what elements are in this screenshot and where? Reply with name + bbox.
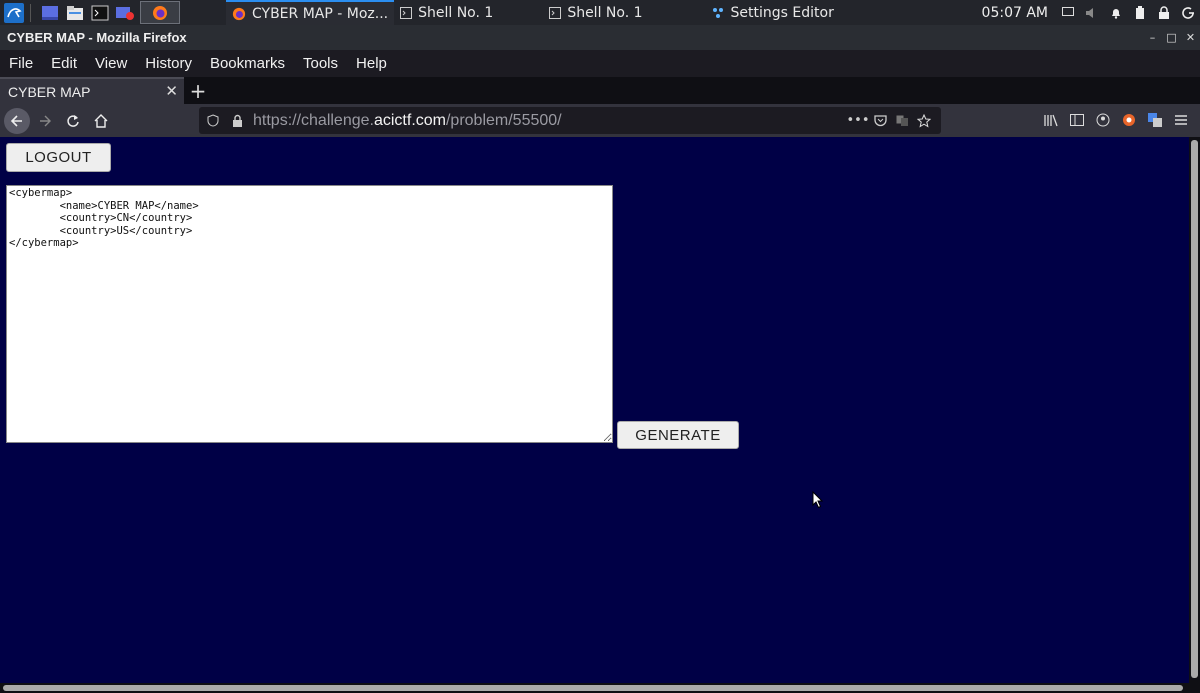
navigation-toolbar: https://challenge.acictf.com/problem/555… [0,104,1200,137]
reload-icon [67,114,79,127]
lock-screen-icon[interactable] [1154,3,1174,23]
secure-lock-icon[interactable] [227,111,247,131]
menu-file[interactable]: File [9,55,33,72]
tab-strip: CYBER MAP ✕ + [0,77,1200,104]
page-content: LOGOUT <cybermap> <name>CYBER MAP</name>… [0,137,1189,683]
tab-label: CYBER MAP [8,83,91,100]
vertical-scrollbar[interactable] [1189,137,1200,683]
kali-menu-icon[interactable] [3,2,25,23]
task-label: CYBER MAP - Moz... [252,5,389,22]
terminal-icon [549,6,562,19]
display-icon[interactable] [1058,3,1078,23]
translate-extension-icon[interactable] [1142,107,1168,133]
menu-edit[interactable]: Edit [51,55,77,72]
account-icon[interactable] [1090,107,1116,133]
task-shell-1[interactable]: Shell No. 1 [394,0,499,25]
logout-button[interactable]: LOGOUT [6,143,111,172]
menubar: File Edit View History Bookmarks Tools H… [0,50,1200,77]
settings-icon [712,7,723,18]
tab-cyber-map[interactable]: CYBER MAP ✕ [0,77,184,104]
sidebar-icon[interactable] [1064,107,1090,133]
firefox-icon [232,7,246,20]
volume-icon[interactable] [1082,3,1102,23]
menu-tools[interactable]: Tools [303,55,338,72]
task-settings-editor[interactable]: Settings Editor [705,0,840,25]
taskbar-separator [30,3,31,22]
menu-history[interactable]: History [145,55,192,72]
show-desktop-icon[interactable] [39,3,61,23]
bookmark-star-icon[interactable] [913,111,935,131]
close-tab-icon[interactable]: ✕ [165,82,178,100]
mouse-cursor-icon [812,491,824,509]
home-icon [94,113,108,128]
hamburger-menu-icon[interactable] [1168,107,1194,133]
tracking-protection-shield-icon[interactable] [203,111,223,131]
page-actions-icon[interactable]: ••• [847,111,870,131]
terminal-icon [400,6,413,19]
taskbar: CYBER MAP - Moz... Shell No. 1 Shell No.… [0,0,1200,25]
generate-button[interactable]: GENERATE [617,421,739,449]
horizontal-scrollbar[interactable] [0,683,1200,693]
home-button[interactable] [88,108,114,134]
menu-bookmarks[interactable]: Bookmarks [210,55,285,72]
system-tray: 05:07 AM [982,0,1200,25]
task-label: Settings Editor [730,4,834,21]
url-bar[interactable]: https://challenge.acictf.com/problem/555… [199,107,941,134]
battery-icon[interactable] [1130,3,1150,23]
new-tab-button[interactable]: + [184,77,212,104]
task-shell-2[interactable]: Shell No. 1 [543,0,648,25]
url-prefix: https://challenge. [253,111,374,129]
xml-input-textarea[interactable]: <cybermap> <name>CYBER MAP</name> <count… [6,185,613,443]
toolbar-right [1038,107,1194,133]
url-domain: acictf.com [373,111,446,129]
screen-recorder-icon[interactable] [114,3,136,23]
extension-fox-icon[interactable] [1116,107,1142,133]
minimize-icon[interactable]: – [1143,28,1162,48]
firefox-launcher[interactable] [140,1,180,24]
vertical-scroll-thumb[interactable] [1191,140,1198,678]
forward-button[interactable] [32,108,58,134]
maximize-icon[interactable]: □ [1162,28,1181,48]
task-label: Shell No. 1 [418,4,494,21]
reader-translate-icon[interactable] [891,111,913,131]
window-titlebar[interactable]: CYBER MAP - Mozilla Firefox – □ ✕ [0,25,1200,50]
menu-help[interactable]: Help [356,55,387,72]
forward-arrow-icon [40,115,51,126]
clock[interactable]: 05:07 AM [982,5,1048,21]
terminal-launcher-icon[interactable] [89,3,111,23]
notification-bell-icon[interactable] [1106,3,1126,23]
url-path: /problem/55500/ [445,111,562,129]
task-label: Shell No. 1 [567,4,643,21]
horizontal-scroll-thumb[interactable] [3,685,1183,691]
window-title: CYBER MAP - Mozilla Firefox [7,30,187,45]
reload-button[interactable] [60,108,86,134]
task-firefox[interactable]: CYBER MAP - Moz... [226,0,395,25]
pocket-icon[interactable] [869,111,891,131]
logout-power-icon[interactable] [1178,3,1198,23]
url-text: https://challenge.acictf.com/problem/555… [253,112,562,130]
firefox-icon [153,5,167,20]
back-arrow-icon [10,114,22,127]
back-button[interactable] [4,107,30,134]
file-manager-icon[interactable] [64,3,86,23]
close-window-icon[interactable]: ✕ [1181,28,1200,48]
menu-view[interactable]: View [95,55,127,72]
library-icon[interactable] [1038,107,1064,133]
